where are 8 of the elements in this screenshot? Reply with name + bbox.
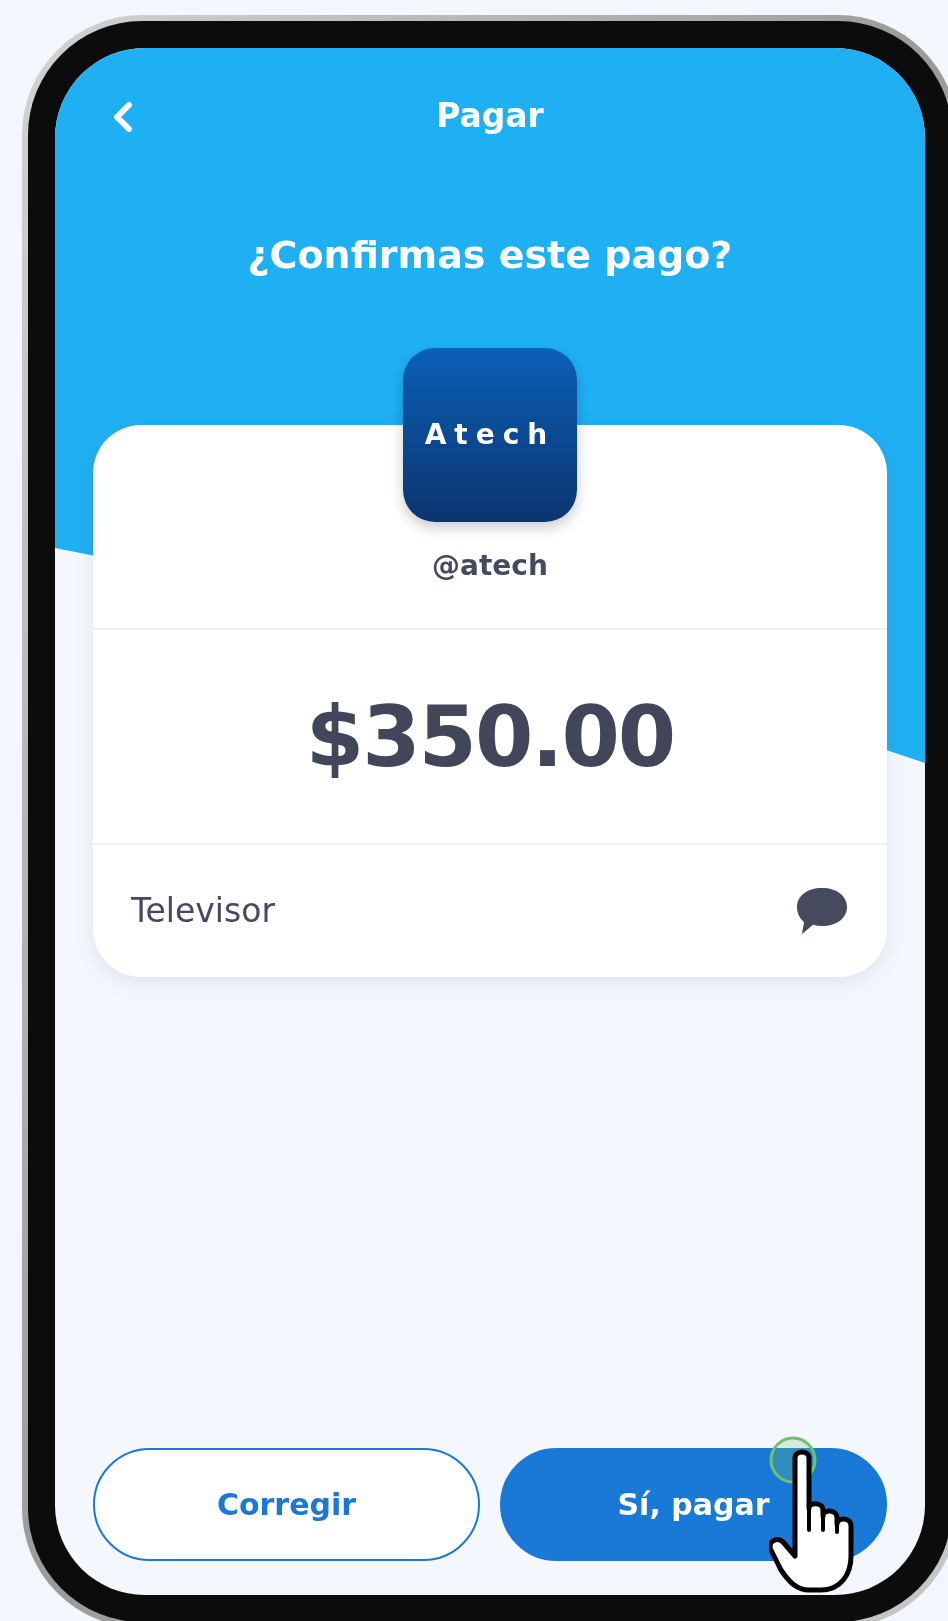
logo-text: Atech bbox=[424, 417, 556, 453]
correct-button[interactable]: Corregir bbox=[93, 1448, 480, 1561]
payment-concept: Televisor bbox=[131, 890, 275, 933]
payment-amount: $350.00 bbox=[305, 686, 675, 788]
chat-bubble-icon bbox=[795, 886, 849, 936]
merchant-handle: @atech bbox=[432, 548, 548, 584]
confirm-question: ¿Confirmas este pago? bbox=[247, 232, 733, 279]
page-title: Pagar bbox=[436, 95, 544, 138]
